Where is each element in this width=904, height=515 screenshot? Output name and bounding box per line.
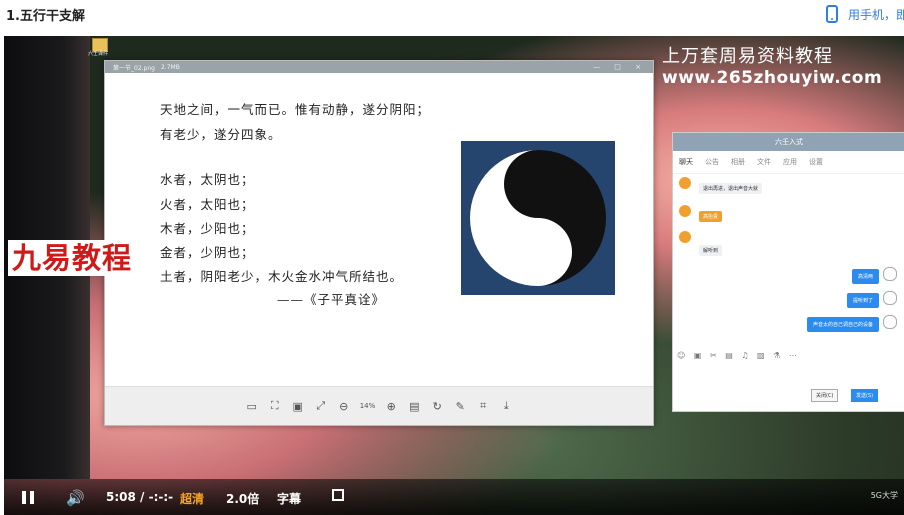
doc-citation: ——《子平真诠》 bbox=[277, 292, 386, 307]
quality-button[interactable]: 超清 bbox=[180, 490, 204, 507]
volume-icon[interactable]: 🔊 bbox=[66, 489, 85, 507]
zoom-in-icon[interactable]: ⊕ bbox=[384, 399, 398, 413]
player-controls: 🔊 5:08 / -:-:- 超清 2.0倍 字幕 5G大学 bbox=[4, 479, 904, 515]
viewer-titlebar: 第一节_02.png 2.7MB — □ × bbox=[105, 61, 653, 73]
speed-button[interactable]: 2.0倍 bbox=[226, 490, 259, 507]
subtitle-button[interactable]: 字幕 bbox=[277, 490, 301, 507]
player-logo: 5G大学 bbox=[870, 491, 898, 500]
avatar bbox=[679, 177, 691, 189]
download-icon[interactable]: ⤓ bbox=[499, 399, 513, 413]
zoom-level: 14% bbox=[359, 402, 376, 410]
chat-toolbar-icons[interactable]: ☺ ▣ ✂ ▤ ♫ ▧ ⚗ ⋯ bbox=[677, 351, 800, 360]
crop-icon[interactable]: ⌗ bbox=[476, 399, 490, 413]
doc-line: 金者，少阴也； bbox=[160, 245, 255, 260]
top-bar: 1.五行干支解 用手机，即 bbox=[0, 0, 904, 30]
chat-tabs: 聊天 公告 相册 文件 应用 设置 bbox=[673, 151, 904, 174]
avatar bbox=[679, 205, 691, 217]
rotate-icon[interactable]: ↻ bbox=[430, 399, 444, 413]
doc-line: 水者，太阴也； bbox=[160, 172, 255, 187]
chat-message: 解听到 bbox=[699, 245, 723, 256]
zoom-out-icon[interactable]: ⊖ bbox=[337, 399, 351, 413]
yin-yang-image bbox=[461, 141, 615, 295]
chat-send-button[interactable]: 发送(S) bbox=[851, 389, 879, 402]
image-viewer-window: 第一节_02.png 2.7MB — □ × 天地之间，一气而已。惟有动静，遂分… bbox=[104, 60, 654, 426]
chat-message: 退出再进，退出声音大就 bbox=[699, 183, 763, 194]
viewer-toolbar: ▭ ⛶ ▣ ⤢ ⊖ 14% ⊕ ▤ ↻ ✎ ⌗ ⤓ bbox=[105, 386, 653, 425]
chat-message: 高清两 bbox=[851, 269, 879, 284]
one-to-one-icon[interactable]: ▤ bbox=[407, 399, 421, 413]
avatar bbox=[883, 267, 897, 281]
chat-tab[interactable]: 文件 bbox=[757, 157, 771, 167]
chat-close-button[interactable]: 关闭(C) bbox=[811, 389, 839, 402]
phone-icon bbox=[826, 5, 838, 23]
avatar bbox=[679, 231, 691, 243]
banner-site-name: 上万套周易资料教程 bbox=[662, 46, 833, 67]
banner-site-url: www.265zhouyiw.com bbox=[662, 68, 883, 88]
desktop-icon-label: 六壬课件 bbox=[88, 51, 109, 57]
viewer-filesize: 2.7MB bbox=[160, 63, 180, 71]
doc-line: 有老少，遂分四象。 bbox=[160, 127, 282, 142]
chat-message: 提听到了 bbox=[846, 293, 879, 308]
fullscreen-icon[interactable] bbox=[332, 489, 344, 501]
watermark-label: 九易教程 bbox=[8, 240, 137, 276]
chat-message: 声音太的自己调自己的设备 bbox=[806, 317, 879, 332]
video-player[interactable]: 六壬课件 上万套周易资料教程 www.265zhouyiw.com 第一节_02… bbox=[4, 36, 904, 515]
actual-size-icon[interactable]: ▣ bbox=[291, 399, 305, 413]
playback-time: 5:08 / -:-:- bbox=[106, 490, 174, 504]
doc-line: 火者，太阳也； bbox=[160, 197, 255, 212]
chat-messages: 退出再进，退出声音大就 高抬贵 解听到 高清两 提听到了 声音太的自己调自己的设… bbox=[673, 173, 904, 333]
chat-tab[interactable]: 相册 bbox=[731, 157, 745, 167]
avatar bbox=[883, 315, 897, 329]
document-image: 天地之间，一气而已。惟有动静，遂分阴阳； 有老少，遂分四象。 水者，太阴也； 火… bbox=[105, 73, 653, 387]
page-title: 1.五行干支解 bbox=[6, 9, 85, 24]
chat-title: 六壬入式 bbox=[673, 133, 904, 151]
doc-line: 天地之间，一气而已。惟有动静，遂分阴阳； bbox=[160, 102, 431, 117]
doc-line: 土者，阴阳老少，木火金水冲气所结也。 bbox=[160, 269, 404, 284]
chat-tab[interactable]: 应用 bbox=[783, 157, 797, 167]
edit-icon[interactable]: ✎ bbox=[453, 399, 467, 413]
pause-icon[interactable] bbox=[22, 491, 34, 504]
phone-view-link[interactable]: 用手机，即 bbox=[826, 4, 904, 24]
chat-tab[interactable]: 设置 bbox=[809, 157, 823, 167]
phone-link-label: 用手机，即 bbox=[848, 7, 904, 22]
viewer-filename: 第一节_02.png bbox=[113, 64, 155, 72]
gallery-icon[interactable]: ▭ bbox=[245, 399, 259, 413]
chat-tab[interactable]: 公告 bbox=[705, 157, 719, 167]
expand-icon[interactable]: ⤢ bbox=[314, 399, 328, 413]
doc-line: 木者，少阳也； bbox=[160, 221, 255, 236]
window-controls: — □ × bbox=[593, 63, 647, 71]
chat-window: 六壬入式 聊天 公告 相册 文件 应用 设置 退出再进，退出声音大就 高抬贵 解… bbox=[672, 132, 904, 412]
chat-tab[interactable]: 聊天 bbox=[679, 157, 693, 167]
avatar bbox=[883, 291, 897, 305]
fit-screen-icon[interactable]: ⛶ bbox=[268, 399, 282, 413]
chat-message: 高抬贵 bbox=[699, 211, 723, 222]
